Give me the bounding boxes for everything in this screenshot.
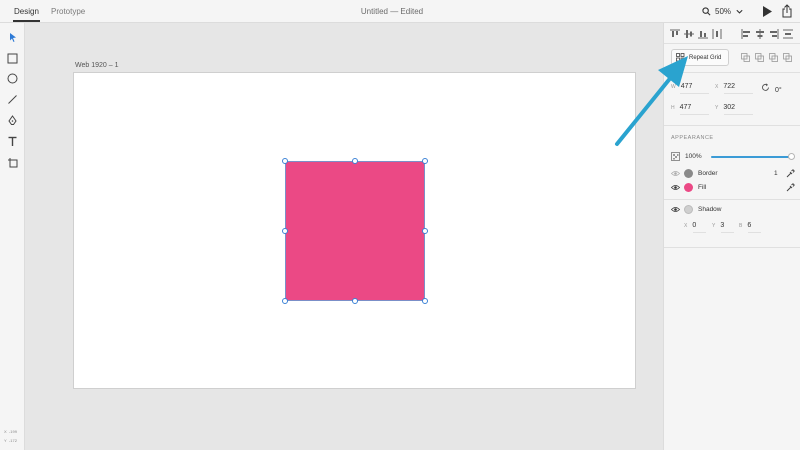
divider	[664, 72, 800, 73]
opacity-slider-track[interactable]	[711, 153, 795, 160]
opacity-row: 100%	[671, 152, 796, 162]
coord-y-value: -172	[8, 438, 17, 443]
align-center-icon[interactable]	[755, 29, 765, 39]
resize-handle-left[interactable]	[282, 228, 288, 234]
rotation-value: 0°	[775, 87, 782, 94]
top-bar: Design Prototype Untitled — Edited 50%	[0, 0, 800, 23]
text-icon[interactable]	[5, 134, 20, 149]
shadow-x-label: X	[684, 223, 688, 229]
repeat-grid-icon	[676, 53, 685, 62]
boolean-add-icon[interactable]	[741, 53, 750, 62]
divider	[664, 247, 800, 248]
document-title: Untitled — Edited	[360, 7, 424, 16]
visibility-icon[interactable]	[671, 206, 680, 213]
selected-rectangle[interactable]	[285, 161, 425, 301]
width-value: 477	[680, 83, 693, 90]
resize-handle-top[interactable]	[352, 158, 358, 164]
align-left-icon[interactable]	[741, 29, 751, 39]
cursor-coordinates: X -199 Y -172	[4, 427, 17, 445]
zoom-control[interactable]: 50%	[702, 5, 744, 18]
divider	[664, 43, 800, 44]
shadow-blur-label: B	[739, 223, 743, 229]
eyedropper-icon[interactable]	[786, 183, 795, 192]
opacity-slider-fill	[711, 156, 791, 158]
resize-handle-top-left[interactable]	[282, 158, 288, 164]
shadow-color-swatch[interactable]	[684, 205, 693, 214]
shadow-y-value: 3	[720, 222, 725, 229]
artboard-icon[interactable]	[5, 155, 20, 170]
coord-x-label: X	[4, 429, 7, 434]
eyedropper-icon[interactable]	[786, 169, 795, 178]
rectangle-icon[interactable]	[5, 51, 20, 66]
shadow-blur-field[interactable]: B 6	[739, 222, 761, 233]
width-label: W	[671, 84, 676, 90]
visibility-off-icon[interactable]	[671, 170, 680, 177]
resize-handle-bottom-right[interactable]	[422, 298, 428, 304]
coord-x-value: -199	[8, 429, 17, 434]
y-label: Y	[715, 105, 719, 111]
ellipse-icon[interactable]	[5, 71, 20, 86]
property-inspector: Repeat Grid W 477 X 722 0° H 477 Y 302 A…	[663, 23, 800, 450]
x-label: X	[715, 84, 719, 90]
x-value: 722	[723, 83, 736, 90]
border-color-swatch[interactable]	[684, 169, 693, 178]
border-width-value[interactable]: 1	[774, 170, 778, 177]
appearance-heading: APPEARANCE	[671, 135, 714, 141]
distribute-horizontal-icon[interactable]	[712, 29, 722, 39]
y-value: 302	[723, 104, 736, 111]
divider	[664, 199, 800, 200]
fill-label: Fill	[698, 184, 707, 191]
opacity-value[interactable]: 100%	[685, 153, 702, 160]
search-icon	[702, 7, 711, 16]
rotate-icon	[762, 83, 769, 91]
divider	[664, 125, 800, 126]
y-field[interactable]: Y 302	[715, 104, 753, 115]
rotation-field[interactable]: 0°	[761, 83, 791, 94]
visibility-icon[interactable]	[671, 184, 680, 191]
resize-handle-bottom[interactable]	[352, 298, 358, 304]
play-icon[interactable]	[761, 5, 773, 18]
fill-color-swatch[interactable]	[684, 183, 693, 192]
coord-y-label: Y	[4, 438, 7, 443]
shadow-y-label: Y	[712, 223, 716, 229]
fill-row: Fill	[671, 183, 796, 193]
height-field[interactable]: H 477	[671, 104, 709, 115]
pen-icon[interactable]	[5, 113, 20, 128]
boolean-intersect-icon[interactable]	[769, 53, 778, 62]
share-icon[interactable]	[781, 4, 793, 18]
width-field[interactable]: W 477	[671, 83, 709, 94]
artboard-label[interactable]: Web 1920 – 1	[75, 62, 118, 69]
repeat-grid-label: Repeat Grid	[689, 54, 722, 61]
resize-handle-right[interactable]	[422, 228, 428, 234]
line-icon[interactable]	[5, 92, 20, 107]
shadow-x-field[interactable]: X 0	[684, 222, 706, 233]
align-middle-icon[interactable]	[684, 29, 694, 39]
height-value: 477	[679, 104, 692, 111]
height-label: H	[671, 105, 675, 111]
shadow-y-field[interactable]: Y 3	[712, 222, 734, 233]
border-label: Border	[698, 170, 718, 177]
repeat-grid-button[interactable]: Repeat Grid	[671, 49, 729, 66]
shadow-row: Shadow	[671, 205, 796, 215]
tool-bar: X -199 Y -172	[0, 23, 25, 450]
shadow-x-value: 0	[692, 222, 697, 229]
x-field[interactable]: X 722	[715, 83, 753, 94]
align-top-icon[interactable]	[670, 29, 680, 39]
shadow-label: Shadow	[698, 206, 722, 213]
align-right-icon[interactable]	[769, 29, 779, 39]
distribute-vertical-icon[interactable]	[783, 29, 793, 39]
boolean-exclude-icon[interactable]	[783, 53, 792, 62]
border-row: Border 1	[671, 169, 796, 179]
boolean-subtract-icon[interactable]	[755, 53, 764, 62]
select-icon[interactable]	[5, 30, 20, 45]
chevron-down-icon	[736, 9, 743, 14]
opacity-icon	[671, 152, 680, 161]
shadow-blur-value: 6	[747, 222, 752, 229]
zoom-level: 50%	[715, 7, 732, 16]
resize-handle-bottom-left[interactable]	[282, 298, 288, 304]
resize-handle-top-right[interactable]	[422, 158, 428, 164]
align-bottom-icon[interactable]	[698, 29, 708, 39]
opacity-slider-thumb[interactable]	[787, 153, 795, 160]
